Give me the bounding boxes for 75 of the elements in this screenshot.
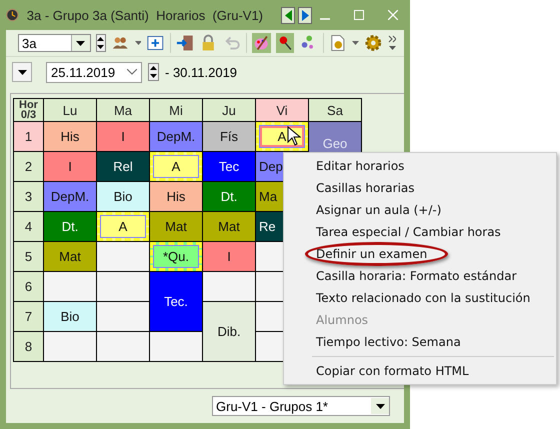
class-combo[interactable]: 3a xyxy=(18,34,91,52)
right-arrow-icon xyxy=(302,10,308,20)
lesson-cell[interactable]: I xyxy=(97,122,149,151)
hour-header[interactable]: 7 xyxy=(14,302,43,331)
lesson-cell[interactable]: Mat xyxy=(44,242,96,271)
hour-header[interactable]: 8 xyxy=(14,332,43,361)
window-icon[interactable] xyxy=(146,33,165,53)
maximize-icon[interactable] xyxy=(354,10,364,20)
lesson-cell[interactable]: Dib. xyxy=(203,302,255,361)
caret-icon[interactable] xyxy=(352,41,359,45)
lesson-cell[interactable]: Tec xyxy=(203,152,255,181)
window-title: 3a - Grupo 3a (Santi) Horarios (Gru-V1) xyxy=(26,8,263,22)
day-header[interactable]: Mi xyxy=(150,99,202,121)
date-combo[interactable]: 25.11.2019 xyxy=(46,62,142,82)
day-header[interactable]: Vi xyxy=(256,99,308,121)
corner-header: Hor 0/3 xyxy=(14,99,43,121)
hour-header[interactable]: 4 xyxy=(14,212,43,241)
lesson-cell[interactable]: A xyxy=(150,152,202,181)
lesson-cell[interactable]: His xyxy=(44,122,96,151)
day-header[interactable]: Lu xyxy=(44,99,96,121)
lesson-cell[interactable]: DepM. xyxy=(150,122,202,151)
spin-button[interactable] xyxy=(96,34,106,52)
lesson-cell[interactable]: Dt. xyxy=(44,212,96,241)
menu-item[interactable]: Tiempo lectivo: Semana xyxy=(284,331,556,353)
cursor-icon xyxy=(287,126,301,146)
caret-icon xyxy=(76,40,86,46)
pin-icon[interactable] xyxy=(276,33,294,53)
lesson-cell[interactable]: I xyxy=(203,242,255,271)
lesson-cell[interactable]: I xyxy=(44,152,96,181)
door-icon[interactable] xyxy=(176,33,194,53)
version-combo[interactable]: Gru-V1 - Grupos 1* xyxy=(212,396,390,416)
day-header[interactable]: Ju xyxy=(203,99,255,121)
lesson-cell[interactable]: A xyxy=(97,212,149,241)
previous-button[interactable] xyxy=(281,6,295,24)
menu-item[interactable]: Copiar con formato HTML xyxy=(284,360,556,382)
gear-icon[interactable] xyxy=(364,33,383,53)
lesson-cell[interactable]: Mat xyxy=(203,212,255,241)
hour-header[interactable]: 3 xyxy=(14,182,43,211)
up-arrow-icon xyxy=(150,66,157,70)
day-header[interactable]: Ma xyxy=(97,99,149,121)
menu-item[interactable]: Casilla horaria: Formato estándar xyxy=(284,265,556,287)
chevron-icon xyxy=(127,69,137,75)
hour-header[interactable]: 1 xyxy=(14,122,43,151)
caret-icon xyxy=(376,404,384,408)
lesson-cell[interactable]: Bio xyxy=(97,182,149,211)
lesson-cell[interactable]: A xyxy=(256,122,308,151)
lesson-cell[interactable]: Rel xyxy=(97,152,149,181)
left-arrow-icon xyxy=(284,10,292,20)
clock-icon xyxy=(6,6,19,24)
next-button[interactable] xyxy=(298,6,312,24)
menu-item[interactable]: Texto relacionado con la sustitución xyxy=(284,287,556,309)
day-header[interactable]: Sa xyxy=(309,99,361,121)
overflow-icon[interactable] xyxy=(388,35,396,51)
down-arrow-icon xyxy=(150,74,157,78)
lesson-cell[interactable]: DepM. xyxy=(44,182,96,211)
lesson-cell[interactable]: Tec. xyxy=(150,272,202,331)
lesson-cell[interactable]: Bio xyxy=(44,302,96,331)
lesson-cell[interactable]: *Qu. xyxy=(150,242,202,271)
palette-icon[interactable] xyxy=(252,33,271,53)
document-gear-icon[interactable] xyxy=(328,33,348,53)
spin-button[interactable] xyxy=(148,63,159,81)
hour-header[interactable]: 5 xyxy=(14,242,43,271)
lesson-cell[interactable]: His xyxy=(150,182,202,211)
dropdown-button[interactable] xyxy=(12,62,32,82)
lesson-cell[interactable]: Dt. xyxy=(203,182,255,211)
lesson-cell[interactable]: Fís xyxy=(203,122,255,151)
down-arrow-icon xyxy=(97,45,104,49)
lesson-cell[interactable]: Mat xyxy=(150,212,202,241)
hour-header[interactable]: 2 xyxy=(14,152,43,181)
close-icon[interactable] xyxy=(388,10,398,20)
caret-icon[interactable] xyxy=(134,41,142,45)
end-date: - 30.11.2019 xyxy=(165,64,238,80)
up-arrow-icon xyxy=(97,37,104,41)
caret-icon xyxy=(18,70,26,74)
hour-header[interactable]: 6 xyxy=(14,272,43,301)
